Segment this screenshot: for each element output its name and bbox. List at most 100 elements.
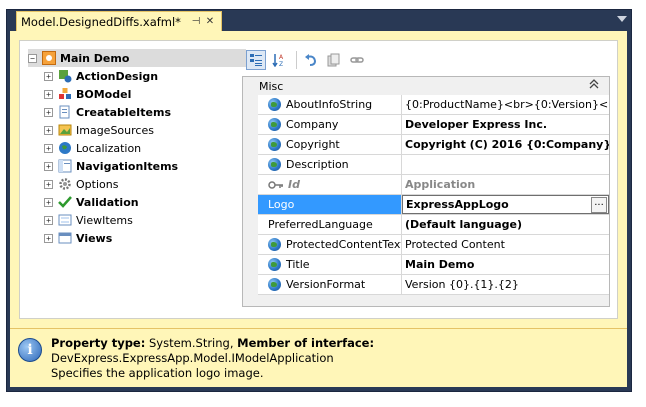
- property-name-cell[interactable]: PreferredLanguage: [258, 215, 402, 234]
- image-sources-icon: [58, 123, 72, 137]
- property-row-copyright[interactable]: Copyright Copyright (C) 2016 {0:Company} …: [258, 135, 609, 155]
- link-icon[interactable]: [347, 50, 367, 70]
- property-value-cell[interactable]: (Default language): [402, 215, 609, 234]
- property-name-cell[interactable]: Id: [258, 175, 402, 194]
- tree-node-main-demo[interactable]: − Main Demo: [28, 49, 246, 67]
- property-name-cell[interactable]: Company: [258, 115, 402, 134]
- property-value-cell[interactable]: Version {0}.{1}.{2}: [402, 275, 609, 294]
- property-value-cell[interactable]: ExpressAppLogo...: [402, 195, 609, 214]
- property-row-title[interactable]: Title Main Demo: [258, 255, 609, 275]
- tree-node-image-sources[interactable]: + ImageSources: [44, 121, 154, 139]
- property-name-cell[interactable]: VersionFormat: [258, 275, 402, 294]
- tree-node-views[interactable]: + Views: [44, 229, 112, 247]
- expand-icon[interactable]: +: [44, 161, 53, 171]
- property-value-cell[interactable]: [402, 155, 609, 174]
- document-tab[interactable]: Model.DesignedDiffs.xafml* ⊣ ✕: [16, 11, 222, 31]
- expand-icon[interactable]: +: [44, 125, 53, 135]
- property-value: (Default language): [405, 218, 523, 231]
- property-name-cell[interactable]: Logo: [258, 195, 402, 214]
- tree-node-label: ImageSources: [76, 123, 154, 137]
- views-icon: [58, 231, 72, 245]
- collapse-icon[interactable]: −: [28, 53, 37, 63]
- property-value-cell[interactable]: Main Demo: [402, 255, 609, 274]
- property-grid: AZ Misc AboutInfoString {0:ProductName}<…: [242, 47, 610, 319]
- expand-icon[interactable]: +: [44, 233, 53, 243]
- tree-node-label: ActionDesign: [76, 69, 159, 83]
- property-name: Id: [288, 178, 300, 191]
- model-editor-panel: − Main Demo + ActionDesign + BOModel + Creata…: [19, 40, 618, 319]
- tab-title: Model.DesignedDiffs.xafml*: [21, 14, 181, 29]
- property-type-label: Property type:: [51, 336, 146, 350]
- tree-node-label: Options: [76, 177, 119, 191]
- expand-icon[interactable]: +: [44, 107, 53, 117]
- close-icon[interactable]: ✕: [203, 16, 217, 27]
- tree-node-view-items[interactable]: + ViewItems: [44, 211, 133, 229]
- svg-text:Z: Z: [279, 61, 283, 67]
- property-row-version-format[interactable]: VersionFormat Version {0}.{1}.{2}: [258, 275, 609, 295]
- action-design-icon: [58, 69, 72, 83]
- description-panel: i Property type: System.String, Member o…: [10, 328, 627, 387]
- creatable-items-icon: [58, 105, 72, 119]
- property-value-cell[interactable]: Developer Express Inc.: [402, 115, 609, 134]
- toolbar-separator: [296, 51, 297, 69]
- collapse-category-icon[interactable]: [589, 79, 599, 92]
- property-row-id[interactable]: Id Application: [258, 175, 609, 195]
- property-row-company[interactable]: Company Developer Express Inc.: [258, 115, 609, 135]
- property-name: VersionFormat: [286, 278, 366, 291]
- property-name-cell[interactable]: Title: [258, 255, 402, 274]
- property-value: {0:ProductName}<br>{0:Version}<br>...: [405, 98, 609, 111]
- expand-icon[interactable]: +: [44, 215, 53, 225]
- document-window: Model.DesignedDiffs.xafml* ⊣ ✕ − Main De…: [6, 9, 632, 392]
- globe-icon: [268, 238, 281, 251]
- ellipsis-button[interactable]: ...: [591, 197, 607, 213]
- tree-node-validation[interactable]: + Validation: [44, 193, 139, 211]
- globe-icon: [268, 118, 281, 131]
- view-items-icon: [58, 213, 72, 227]
- tree-node-creatable-items[interactable]: + CreatableItems: [44, 103, 171, 121]
- property-name-cell[interactable]: ProtectedContentText: [258, 235, 402, 254]
- expand-icon[interactable]: +: [44, 71, 53, 81]
- property-row-logo[interactable]: Logo ExpressAppLogo...: [258, 195, 609, 215]
- tree-node-action-design[interactable]: + ActionDesign: [44, 67, 158, 85]
- property-description: Specifies the application logo image.: [51, 366, 264, 380]
- property-value-cell[interactable]: Application: [402, 175, 609, 194]
- pin-icon[interactable]: ⊣: [189, 16, 203, 27]
- undo-icon[interactable]: [301, 50, 321, 70]
- checkmark-icon: [58, 195, 72, 209]
- property-value: Developer Express Inc.: [405, 118, 548, 131]
- property-value-cell[interactable]: Copyright (C) 2016 {0:Company} ...: [402, 135, 609, 154]
- property-name-cell[interactable]: Description: [258, 155, 402, 174]
- tree-node-navigation-items[interactable]: + NavigationItems: [44, 157, 178, 175]
- tree-node-localization[interactable]: + Localization: [44, 139, 141, 157]
- expand-icon[interactable]: +: [44, 143, 53, 153]
- property-row-protected-content-text[interactable]: ProtectedContentText Protected Content: [258, 235, 609, 255]
- key-icon: [268, 180, 284, 190]
- property-value: Version {0}.{1}.{2}: [405, 278, 519, 291]
- categorized-icon[interactable]: [246, 50, 266, 70]
- property-row-about-info-string[interactable]: AboutInfoString {0:ProductName}<br>{0:Ver…: [258, 95, 609, 115]
- expand-icon[interactable]: +: [44, 197, 53, 207]
- tree-node-label: Main Demo: [60, 51, 130, 65]
- sort-az-icon[interactable]: AZ: [269, 50, 289, 70]
- tree-node-bomodel[interactable]: + BOModel: [44, 85, 131, 103]
- property-value-cell[interactable]: {0:ProductName}<br>{0:Version}<br>...: [402, 95, 609, 114]
- tree-node-label: BOModel: [76, 87, 132, 101]
- expand-icon[interactable]: +: [44, 179, 53, 189]
- property-name: Copyright: [286, 138, 340, 151]
- category-row-misc[interactable]: Misc: [243, 77, 609, 95]
- tree-node-label: CreatableItems: [76, 105, 171, 119]
- copy-icon[interactable]: [324, 50, 344, 70]
- property-value: Protected Content: [405, 238, 505, 251]
- tab-list-dropdown-icon[interactable]: [617, 16, 627, 22]
- property-name-cell[interactable]: AboutInfoString: [258, 95, 402, 114]
- tree-node-options[interactable]: + Options: [44, 175, 118, 193]
- property-value: Main Demo: [405, 258, 475, 271]
- property-row-description[interactable]: Description: [258, 155, 609, 175]
- globe-icon: [268, 98, 281, 111]
- property-name: Title: [286, 258, 310, 271]
- property-name-cell[interactable]: Copyright: [258, 135, 402, 154]
- property-value-cell[interactable]: Protected Content: [402, 235, 609, 254]
- expand-icon[interactable]: +: [44, 89, 53, 99]
- property-type-value: System.String,: [148, 336, 234, 350]
- property-row-preferred-language[interactable]: PreferredLanguage (Default language): [258, 215, 609, 235]
